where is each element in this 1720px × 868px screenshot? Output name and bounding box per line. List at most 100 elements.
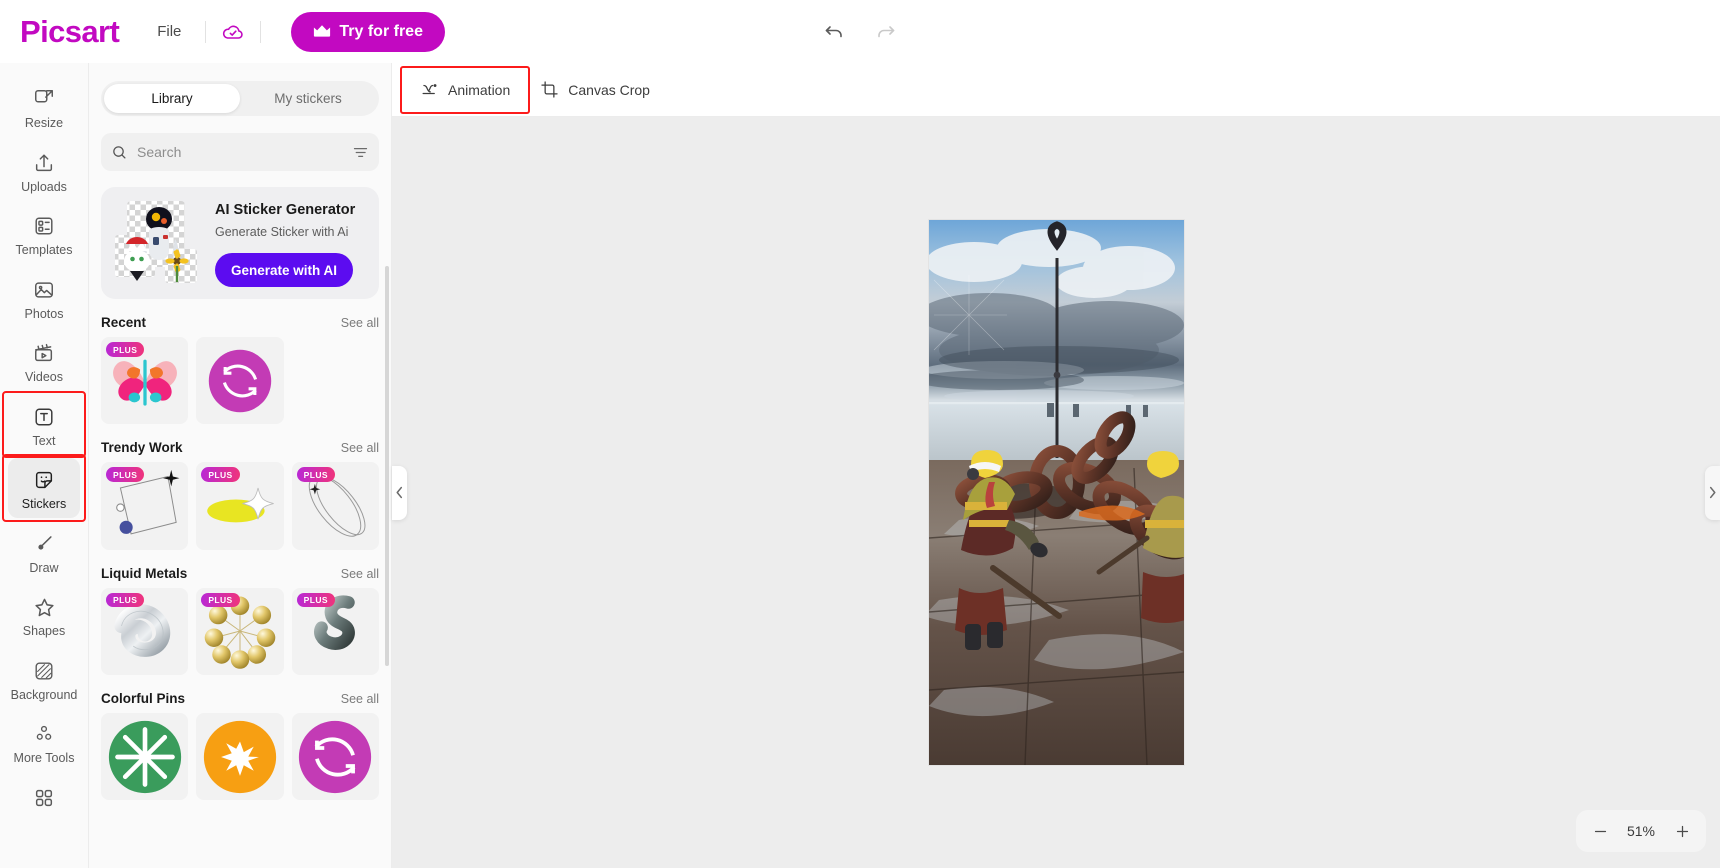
section-title: Colorful Pins — [101, 691, 185, 707]
tab-my-stickers[interactable]: My stickers — [240, 84, 376, 113]
resize-icon — [31, 86, 57, 112]
video-clapper-icon — [31, 340, 57, 366]
sidebar-item-shapes[interactable]: Shapes — [8, 585, 80, 645]
yellow-ellipse-sparkle-sticker[interactable]: PLUS — [196, 462, 284, 550]
section-recent: Recent See all PLUS — [101, 315, 379, 425]
sticker-placeholder[interactable] — [291, 337, 379, 425]
toolbar-divider-1 — [205, 20, 207, 43]
panel-tab-group: Library My stickers — [101, 81, 379, 116]
gold-spheres-flower-sticker[interactable]: PLUS — [196, 587, 284, 676]
plus-badge: PLUS — [201, 467, 240, 482]
try-for-free-button[interactable]: Try for free — [291, 11, 445, 52]
try-for-free-label: Try for free — [339, 22, 423, 40]
zoom-level-value: 51% — [1626, 823, 1656, 839]
magenta-arrow-circle-pin[interactable] — [291, 713, 379, 801]
editor-body: Resize Uploads Templates Photos Videos T… — [0, 63, 1720, 868]
section-title: Recent — [101, 315, 147, 330]
sidebar-item-label: Stickers — [21, 497, 67, 511]
sidebar-item-apps[interactable] — [8, 776, 80, 823]
see-all-link[interactable]: See all — [341, 441, 379, 455]
canvas-stage[interactable]: 51% — [392, 117, 1720, 868]
panel-scrollbar[interactable] — [385, 266, 389, 666]
section-liquid-metals: Liquid Metals See all PLUS PLUS PLUS — [101, 566, 379, 676]
section-header: Trendy Work See all — [101, 440, 379, 455]
sidebar-item-label: Shapes — [22, 624, 66, 638]
redo-arrow-icon[interactable] — [871, 17, 901, 47]
plus-badge: PLUS — [106, 467, 145, 482]
collapse-panel-handle-left[interactable] — [392, 465, 407, 520]
undo-redo-group — [819, 17, 901, 47]
expand-panel-handle-right[interactable] — [1705, 465, 1720, 520]
tool-canvas-crop[interactable]: Canvas Crop — [528, 73, 662, 107]
see-all-link[interactable]: See all — [341, 692, 379, 706]
undo-arrow-icon[interactable] — [819, 17, 849, 47]
filter-sliders-icon[interactable] — [352, 144, 369, 161]
plus-badge: PLUS — [296, 592, 335, 608]
search-input[interactable] — [137, 144, 343, 160]
sidebar-item-more-tools[interactable]: More Tools — [8, 712, 80, 772]
tool-animation-label: Animation — [448, 81, 511, 98]
sidebar-item-resize[interactable]: Resize — [8, 77, 80, 137]
section-header: Colorful Pins See all — [101, 691, 379, 706]
tool-rail: Resize Uploads Templates Photos Videos T… — [0, 63, 89, 868]
crown-icon — [313, 24, 331, 39]
top-bar: Picsart File Try for free — [0, 0, 1720, 63]
sidebar-item-background[interactable]: Background — [8, 649, 80, 709]
sidebar-item-label: Videos — [25, 370, 63, 384]
star-outline-icon — [31, 594, 57, 620]
search-bar — [101, 133, 379, 171]
crop-icon — [540, 80, 559, 99]
video-canvas-workers-chain[interactable] — [928, 220, 1184, 765]
animation-curve-icon — [420, 80, 439, 99]
chrome-twist-sticker[interactable]: PLUS — [101, 587, 189, 676]
photo-icon — [31, 277, 57, 303]
stickers-panel: Library My stickers Search AI Sticker Ge… — [89, 63, 392, 868]
tab-library[interactable]: Library — [104, 84, 240, 113]
cloud-check-icon[interactable] — [220, 19, 246, 45]
sidebar-item-stickers[interactable]: Stickers — [2, 454, 86, 521]
plus-badge: PLUS — [201, 592, 240, 608]
sidebar-item-label: Text — [32, 433, 56, 448]
canvas-area: Animation Canvas Crop 51% — [392, 63, 1720, 868]
more-tools-dots-icon — [31, 721, 57, 747]
sidebar-item-label: Resize — [24, 116, 64, 130]
sidebar-item-videos[interactable]: Videos — [8, 331, 80, 391]
tool-animation[interactable]: Animation — [399, 65, 531, 114]
sticker-grid: PLUS — [101, 337, 379, 425]
sidebar-item-photos[interactable]: Photos — [8, 268, 80, 328]
picsart-logo[interactable]: Picsart — [20, 14, 120, 50]
generate-with-ai-button[interactable]: Generate with AI — [215, 253, 354, 287]
canvas-toolbar: Animation Canvas Crop — [392, 63, 1720, 117]
section-trendy-work: Trendy Work See all PLUS PLUS PLUS — [101, 440, 379, 550]
see-all-link[interactable]: See all — [341, 567, 379, 581]
sidebar-item-text[interactable]: Text — [2, 390, 86, 458]
magenta-arrow-circle-sticker[interactable] — [196, 337, 284, 425]
green-asterisk-pin[interactable] — [101, 713, 189, 801]
zoom-control: 51% — [1576, 810, 1706, 852]
see-all-link[interactable]: See all — [341, 316, 379, 330]
minus-icon — [1592, 823, 1609, 840]
ai-card-title: AI Sticker Generator — [215, 202, 356, 218]
orange-star-pin[interactable] — [196, 713, 284, 801]
zoom-out-button[interactable] — [1584, 815, 1616, 847]
sidebar-item-templates[interactable]: Templates — [8, 204, 80, 264]
ai-sticker-generator-card: AI Sticker Generator Generate Sticker wi… — [101, 187, 379, 299]
sticker-grid: PLUS — [101, 587, 379, 676]
search-icon — [111, 144, 128, 161]
section-colorful-pins: Colorful Pins See all — [101, 691, 379, 801]
butterfly-sticker[interactable]: PLUS — [101, 337, 189, 425]
dark-metal-squiggle-sticker[interactable]: PLUS — [291, 587, 379, 676]
sidebar-item-label: Background — [10, 687, 78, 702]
sidebar-item-uploads[interactable]: Uploads — [8, 141, 80, 201]
sticker-icon — [31, 467, 57, 493]
thin-oval-outline-sticker[interactable]: PLUS — [291, 462, 379, 550]
panel-scroll-area[interactable]: AI Sticker Generator Generate Sticker wi… — [89, 171, 391, 868]
sidebar-item-label: Uploads — [21, 179, 67, 194]
tool-canvas-crop-label: Canvas Crop — [568, 81, 650, 98]
sidebar-item-draw[interactable]: Draw — [8, 522, 80, 582]
section-header: Liquid Metals See all — [101, 566, 379, 581]
tilted-square-sparkle-sticker[interactable]: PLUS — [101, 462, 189, 550]
file-menu[interactable]: File — [147, 17, 191, 46]
zoom-in-button[interactable] — [1666, 815, 1698, 847]
sticker-grid: PLUS PLUS PLUS — [101, 462, 379, 550]
